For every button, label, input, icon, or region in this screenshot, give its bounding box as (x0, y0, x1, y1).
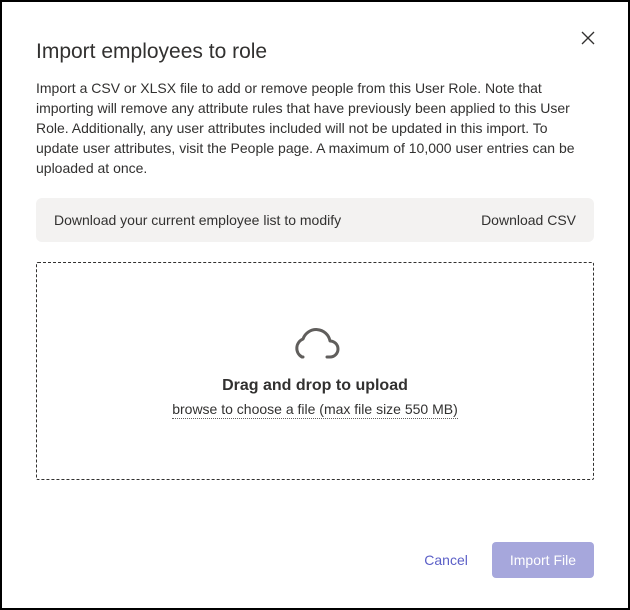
close-button[interactable] (580, 30, 600, 50)
close-icon (580, 33, 596, 50)
browse-file-link[interactable]: browse to choose a file (max file size 5… (172, 401, 458, 419)
cancel-button[interactable]: Cancel (418, 544, 474, 576)
dialog-footer: Cancel Import File (36, 532, 594, 578)
cloud-upload-icon (290, 323, 340, 363)
file-dropzone[interactable]: Drag and drop to upload browse to choose… (36, 262, 594, 480)
download-csv-link[interactable]: Download CSV (481, 212, 576, 228)
download-bar: Download your current employee list to m… (36, 198, 594, 242)
download-bar-text: Download your current employee list to m… (54, 212, 341, 228)
import-file-button[interactable]: Import File (492, 542, 594, 578)
dialog-title: Import employees to role (36, 40, 594, 64)
dropzone-title: Drag and drop to upload (222, 377, 408, 395)
dialog-description: Import a CSV or XLSX file to add or remo… (36, 78, 594, 178)
import-dialog: Import employees to role Import a CSV or… (12, 12, 618, 598)
